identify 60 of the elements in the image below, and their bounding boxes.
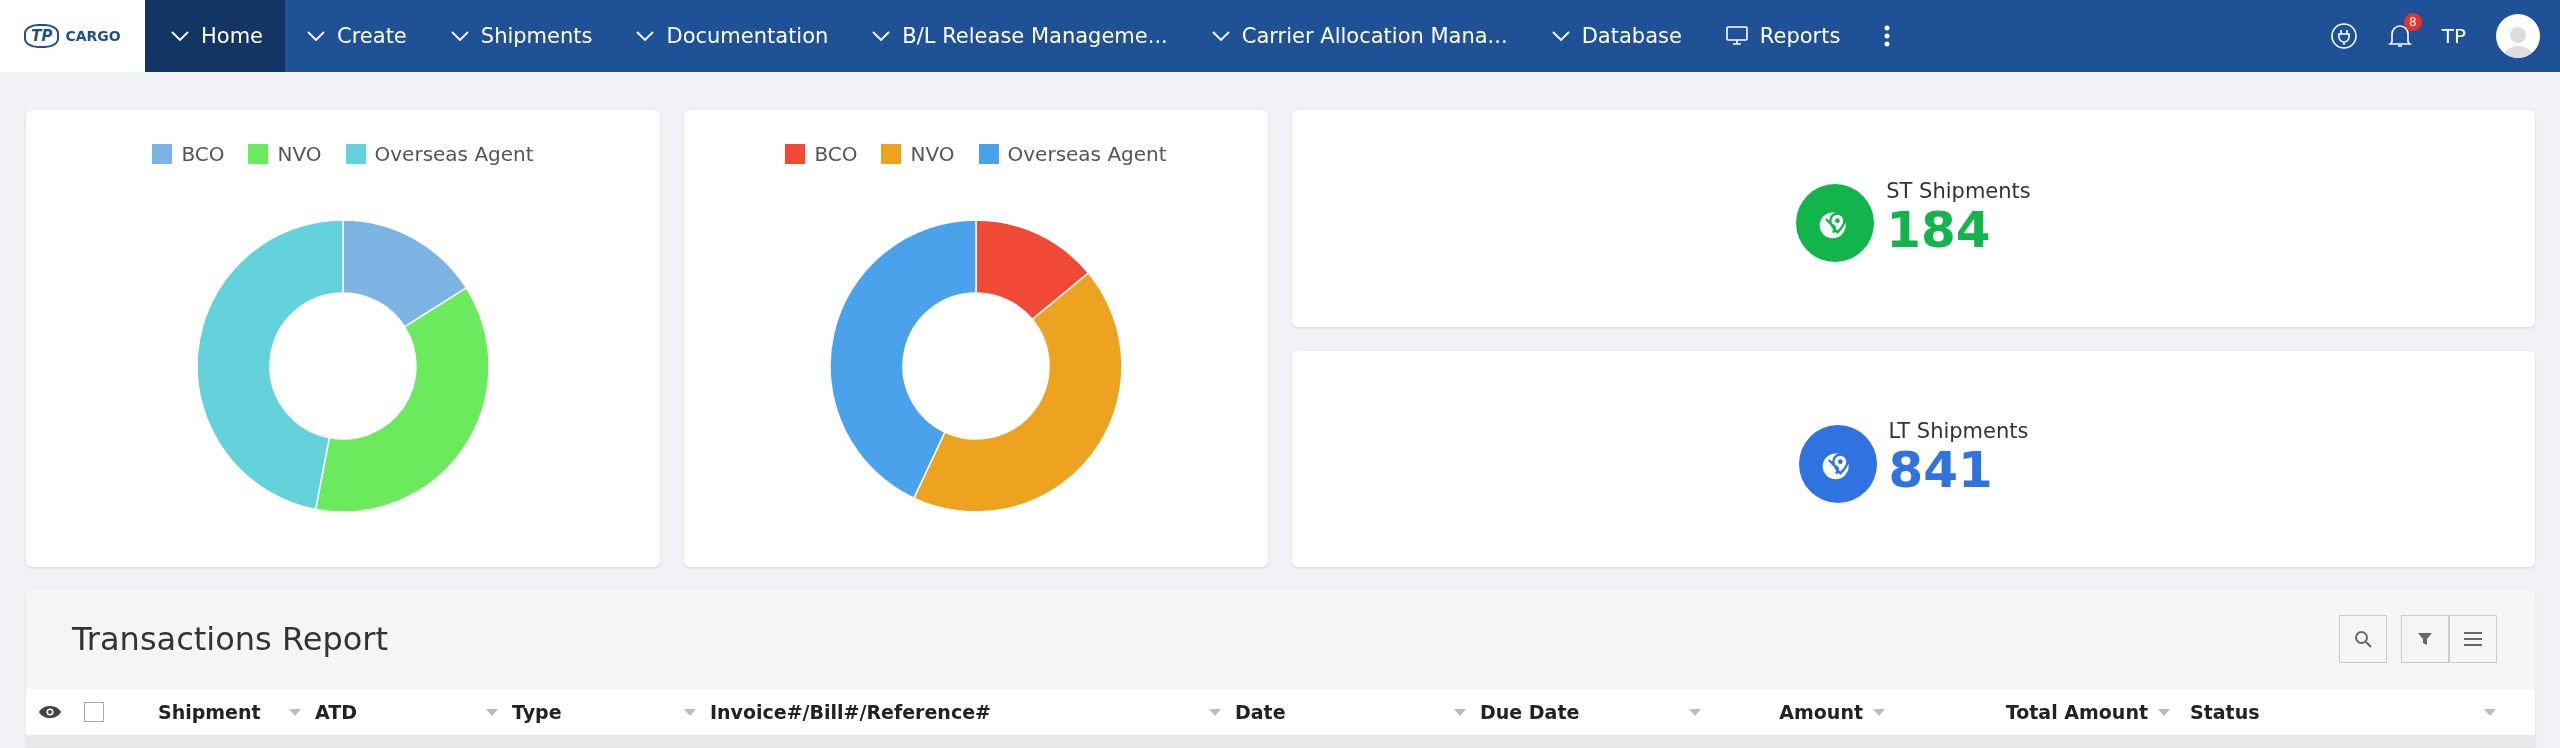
legend-label: NVO bbox=[277, 142, 322, 166]
stat-value: 841 bbox=[1888, 443, 1993, 499]
column-header[interactable]: Amount bbox=[1779, 701, 1863, 723]
caret-down-icon bbox=[1454, 708, 1466, 716]
column-header[interactable]: ATD bbox=[315, 701, 357, 723]
nav-menu-item[interactable]: Reports bbox=[1703, 0, 1863, 72]
stat-label: ST Shipments bbox=[1886, 178, 2031, 203]
column-header[interactable]: Total Amount bbox=[2005, 701, 2148, 723]
search-button[interactable] bbox=[2339, 615, 2387, 663]
filter-button[interactable] bbox=[2401, 615, 2449, 663]
nav-menu-item[interactable]: Home bbox=[145, 0, 285, 72]
nav-menu-item[interactable]: Database bbox=[1529, 0, 1704, 72]
caret-down-icon bbox=[1873, 708, 1885, 716]
logo[interactable]: TP CARGO bbox=[0, 0, 145, 72]
menu-icon bbox=[2464, 632, 2482, 646]
select-all-checkbox[interactable] bbox=[84, 702, 104, 722]
bell-icon[interactable] bbox=[2387, 23, 2412, 49]
column-header[interactable]: Date bbox=[1235, 701, 1286, 723]
filter-icon bbox=[2417, 631, 2433, 647]
eye-icon[interactable] bbox=[38, 704, 62, 720]
column-header[interactable]: Due Date bbox=[1480, 701, 1580, 723]
caret-down-icon bbox=[486, 708, 498, 716]
chevron-down-icon bbox=[450, 31, 469, 41]
caret-down-icon bbox=[1209, 708, 1221, 716]
column-header[interactable]: Status bbox=[2190, 701, 2260, 723]
nav-menu-item[interactable]: Create bbox=[285, 0, 429, 72]
stat-value: 184 bbox=[1886, 202, 1991, 258]
legend-label: BCO bbox=[814, 142, 858, 166]
notification-badge: 8 bbox=[2403, 13, 2422, 31]
search-icon bbox=[2354, 630, 2372, 648]
more-icon[interactable] bbox=[1884, 25, 1891, 47]
nav-menu-item[interactable]: Documentation bbox=[614, 0, 851, 72]
nav-menu-item[interactable]: Shipments bbox=[428, 0, 615, 72]
avatar[interactable] bbox=[2496, 14, 2540, 58]
caret-down-icon bbox=[289, 708, 301, 716]
chevron-down-icon bbox=[872, 31, 891, 41]
legend-label: Overseas Agent bbox=[374, 142, 534, 166]
caret-down-icon bbox=[2484, 708, 2496, 716]
column-header[interactable]: Invoice#/Bill#/Reference# bbox=[710, 701, 991, 723]
plug-icon[interactable] bbox=[2329, 22, 2358, 50]
column-header[interactable]: Shipment bbox=[158, 701, 261, 723]
user-initials: TP bbox=[2441, 24, 2466, 48]
caret-down-icon bbox=[1689, 708, 1701, 716]
menu-button[interactable] bbox=[2449, 615, 2497, 663]
chevron-down-icon bbox=[307, 31, 325, 41]
chevron-down-icon bbox=[1551, 31, 1570, 41]
caret-down-icon bbox=[2158, 708, 2170, 716]
nav-menu-item[interactable]: Carrier Allocation Mana... bbox=[1189, 0, 1530, 72]
chevron-down-icon bbox=[636, 31, 655, 41]
legend-label: NVO bbox=[910, 142, 955, 166]
monitor-icon bbox=[1725, 26, 1748, 46]
legend-label: BCO bbox=[181, 142, 225, 166]
legend-label: Overseas Agent bbox=[1007, 142, 1167, 166]
chevron-down-icon bbox=[171, 31, 189, 41]
report-title: Transactions Report bbox=[72, 620, 388, 658]
column-header[interactable]: Type bbox=[512, 701, 562, 723]
chevron-down-icon bbox=[1211, 31, 1230, 41]
nav-menu-item[interactable]: B/L Release Manageme... bbox=[850, 0, 1190, 72]
stat-label: LT Shipments bbox=[1888, 419, 2029, 444]
caret-down-icon bbox=[684, 708, 696, 716]
